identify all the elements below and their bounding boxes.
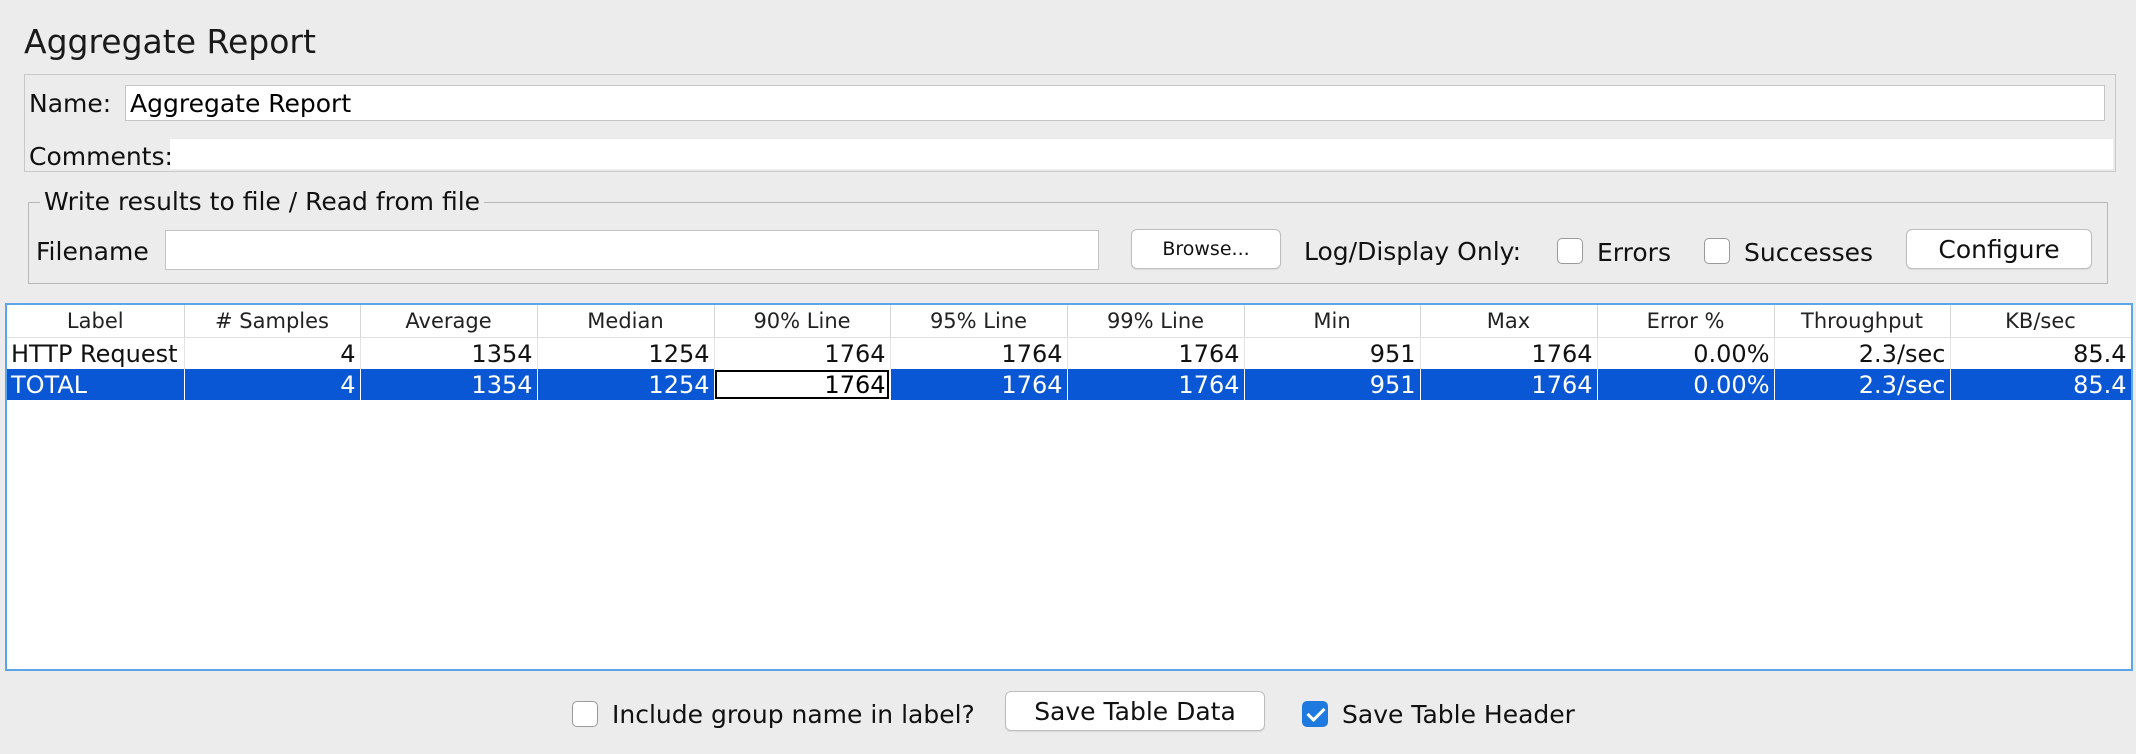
table-row[interactable]: HTTP Request 4 1354 1254 1764 1764 1764 … (7, 337, 2131, 369)
table-row-selected[interactable]: TOTAL 4 1354 1254 1764 1764 1764 951 176… (7, 369, 2131, 400)
table-cell[interactable]: 951 (1244, 369, 1421, 400)
column-header-min[interactable]: Min (1244, 305, 1421, 338)
successes-label[interactable]: Successes (1744, 238, 1873, 267)
column-header-max[interactable]: Max (1420, 305, 1598, 338)
column-header-samples[interactable]: # Samples (184, 305, 361, 338)
column-header-label[interactable]: Label (7, 305, 185, 338)
table-cell[interactable]: 1254 (537, 369, 715, 400)
include-group-checkbox[interactable] (572, 701, 598, 727)
table-cell[interactable]: 1764 (1067, 369, 1245, 400)
column-header-average[interactable]: Average (360, 305, 538, 338)
table-cell[interactable]: 1354 (360, 337, 538, 369)
column-header-99-line[interactable]: 99% Line (1067, 305, 1245, 338)
table-cell[interactable]: 1764 (890, 337, 1068, 369)
table-cell[interactable]: HTTP Request (7, 337, 185, 369)
table-cell[interactable]: 1254 (537, 337, 715, 369)
column-header-kb-sec[interactable]: KB/sec (1950, 305, 2131, 338)
table-cell[interactable]: 4 (184, 369, 361, 400)
table-cell[interactable]: 85.4 (1950, 369, 2131, 400)
column-header-95-line[interactable]: 95% Line (890, 305, 1068, 338)
save-table-header-label[interactable]: Save Table Header (1342, 700, 1575, 729)
name-input[interactable] (125, 85, 2105, 121)
table-cell[interactable]: 1764 (714, 337, 891, 369)
browse-button[interactable]: Browse... (1131, 229, 1281, 269)
table-cell[interactable]: 951 (1244, 337, 1421, 369)
table-header-row: Label # Samples Average Median 90% Line … (7, 305, 2131, 338)
table-cell[interactable]: 1764 (1420, 337, 1598, 369)
table-cell[interactable]: 2.3/sec (1774, 369, 1951, 400)
column-header-median[interactable]: Median (537, 305, 715, 338)
name-comments-box: Name: Comments: (24, 74, 2116, 172)
table-cell[interactable]: 1764 (890, 369, 1068, 400)
save-table-data-button[interactable]: Save Table Data (1005, 691, 1265, 731)
table-cell[interactable]: 1354 (360, 369, 538, 400)
errors-label[interactable]: Errors (1597, 238, 1671, 267)
log-display-only-label: Log/Display Only: (1304, 237, 1522, 266)
include-group-label[interactable]: Include group name in label? (612, 700, 975, 729)
filename-input[interactable] (165, 230, 1099, 270)
table-cell[interactable]: TOTAL (7, 369, 185, 400)
table-cell-focused[interactable]: 1764 (714, 369, 891, 400)
name-label: Name: (29, 89, 112, 118)
successes-checkbox[interactable] (1704, 238, 1730, 264)
results-table: Label # Samples Average Median 90% Line … (7, 305, 2131, 400)
column-header-error-pct[interactable]: Error % (1597, 305, 1775, 338)
table-cell[interactable]: 4 (184, 337, 361, 369)
file-group-legend: Write results to file / Read from file (40, 187, 485, 216)
results-table-container[interactable]: Label # Samples Average Median 90% Line … (5, 303, 2133, 671)
comments-input[interactable] (170, 139, 2113, 169)
table-cell[interactable]: 85.4 (1950, 337, 2131, 369)
column-header-90-line[interactable]: 90% Line (714, 305, 891, 338)
save-table-header-checkbox[interactable] (1302, 701, 1328, 727)
table-cell[interactable]: 2.3/sec (1774, 337, 1951, 369)
comments-label: Comments: (29, 142, 173, 171)
column-header-throughput[interactable]: Throughput (1774, 305, 1951, 338)
configure-button[interactable]: Configure (1906, 229, 2092, 269)
table-cell[interactable]: 1764 (1420, 369, 1598, 400)
table-cell[interactable]: 0.00% (1597, 369, 1775, 400)
table-cell[interactable]: 1764 (1067, 337, 1245, 369)
table-cell[interactable]: 0.00% (1597, 337, 1775, 369)
filename-label: Filename (36, 237, 149, 266)
errors-checkbox[interactable] (1557, 238, 1583, 264)
panel-title: Aggregate Report (24, 22, 316, 61)
